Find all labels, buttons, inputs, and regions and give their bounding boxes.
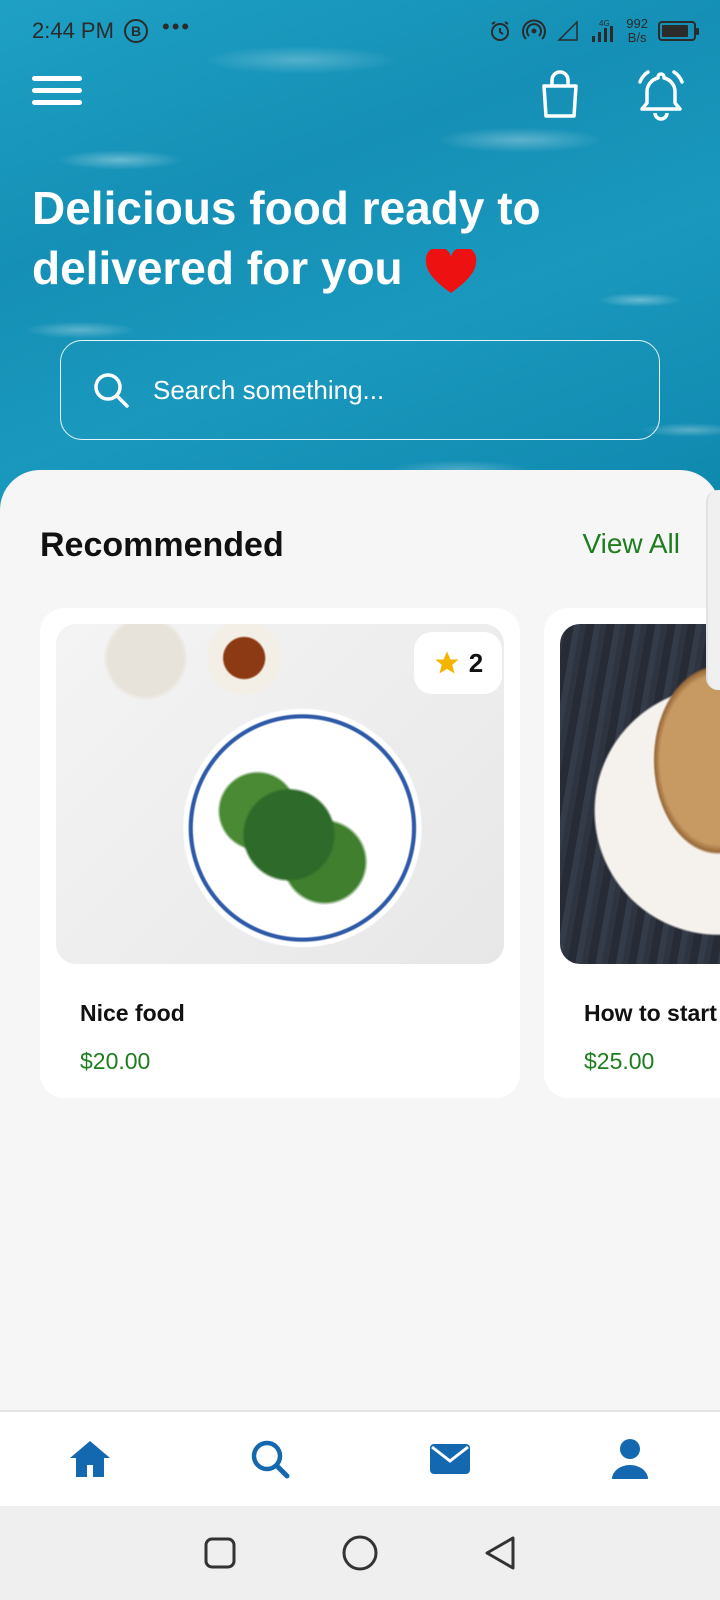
hamburger-menu-icon-line bbox=[32, 100, 82, 105]
nav-profile[interactable] bbox=[540, 1412, 720, 1506]
food-name: Nice food bbox=[80, 1000, 185, 1026]
hero-title-line1: Delicious food ready to bbox=[32, 182, 541, 234]
status-icons: 4G 992 B/s bbox=[488, 16, 699, 46]
search-icon bbox=[251, 1440, 290, 1479]
search-input[interactable] bbox=[153, 374, 613, 406]
bottom-navigation bbox=[0, 1410, 720, 1506]
food-price: $20.00 bbox=[80, 1048, 151, 1074]
bell-icon bbox=[638, 70, 684, 121]
notification-button[interactable] bbox=[636, 68, 686, 122]
svg-text:4G: 4G bbox=[599, 19, 610, 28]
search-icon bbox=[94, 373, 129, 408]
cart-button[interactable] bbox=[538, 70, 582, 120]
search-bar[interactable] bbox=[60, 340, 660, 440]
net-speed-value: 992 bbox=[626, 16, 648, 31]
battery-icon bbox=[658, 21, 699, 41]
food-price: $25.00 bbox=[584, 1048, 655, 1074]
hero-title: Delicious food ready to delivered for yo… bbox=[32, 178, 632, 298]
home-system-button[interactable] bbox=[330, 1523, 390, 1583]
system-navigation-bar bbox=[0, 1506, 720, 1600]
status-time: 2:44 PM bbox=[32, 18, 114, 43]
hamburger-menu-icon bbox=[32, 76, 82, 81]
b-badge-icon: B bbox=[124, 19, 148, 43]
recent-apps-button[interactable] bbox=[190, 1523, 250, 1583]
nav-search[interactable] bbox=[180, 1412, 360, 1506]
net-speed-unit: B/s bbox=[627, 30, 647, 45]
main-content: Recommended View All 2 Nice food $20.00 … bbox=[0, 470, 720, 1410]
rating-badge: 2 bbox=[414, 632, 502, 694]
battery-level bbox=[662, 25, 688, 37]
shopping-bag-icon bbox=[542, 70, 578, 118]
food-card-how-to-start[interactable]: How to start $25.00 bbox=[544, 608, 720, 1098]
back-button[interactable] bbox=[470, 1523, 530, 1583]
heart-icon bbox=[426, 248, 477, 293]
rating-value: 2 bbox=[468, 647, 484, 678]
net-speed: 992 B/s bbox=[626, 17, 648, 45]
hotspot-icon bbox=[522, 19, 547, 40]
star-icon bbox=[435, 651, 459, 674]
back-triangle-icon bbox=[485, 1536, 515, 1570]
nav-messages[interactable] bbox=[360, 1412, 540, 1506]
circle-icon bbox=[342, 1535, 378, 1571]
profile-icon bbox=[612, 1439, 648, 1479]
square-icon bbox=[204, 1537, 236, 1569]
more-dots-icon: ••• bbox=[162, 14, 192, 39]
signal-4g-icon: 4G bbox=[592, 19, 614, 42]
hamburger-menu-icon-line bbox=[32, 88, 82, 93]
home-icon bbox=[70, 1441, 110, 1477]
menu-button[interactable] bbox=[32, 70, 84, 118]
section-title-recommended: Recommended bbox=[40, 526, 284, 564]
nav-home[interactable] bbox=[0, 1412, 180, 1506]
view-all-link[interactable]: View All bbox=[582, 528, 680, 560]
food-card-nice-food[interactable]: 2 Nice food $20.00 bbox=[40, 608, 520, 1098]
mail-icon bbox=[430, 1444, 470, 1474]
status-bar: 2:44 PM B ••• 4G 992 B/s bbox=[0, 0, 720, 64]
signal-empty-icon bbox=[557, 20, 579, 41]
edge-panel-handle[interactable] bbox=[706, 490, 720, 690]
hero-title-line2: delivered for you bbox=[32, 242, 403, 294]
food-name: How to start bbox=[584, 1000, 717, 1026]
food-image-chicken bbox=[560, 624, 720, 964]
alarm-icon bbox=[491, 21, 510, 41]
